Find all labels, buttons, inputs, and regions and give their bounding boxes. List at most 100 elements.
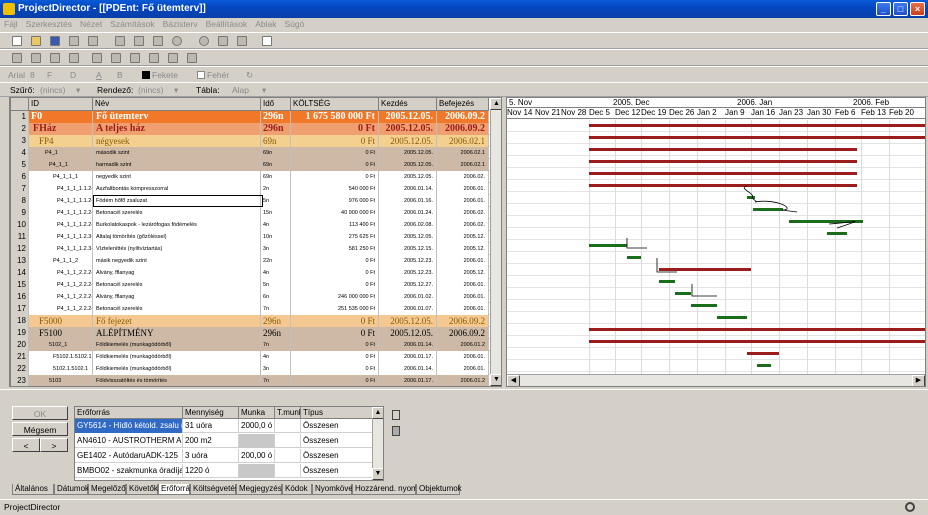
row-number[interactable]: 16	[11, 291, 29, 303]
task-start[interactable]: 2006.01.07.	[379, 303, 437, 315]
task-cost[interactable]: 0 Ft	[291, 279, 379, 291]
task-cost[interactable]: 246 000 000 Ft	[291, 291, 379, 303]
task-start[interactable]: 2005.12.23.	[379, 255, 437, 267]
task-row[interactable]: 1 F0 Fő ütemterv 296n 1 675 580 000 Ft 2005.1…	[11, 111, 501, 123]
minimize-button[interactable]: _	[876, 2, 891, 16]
task-id[interactable]: 5102.1.5102.1	[29, 363, 93, 375]
row-number[interactable]: 4	[11, 147, 29, 159]
task-end[interactable]: 2006.01.	[437, 291, 489, 303]
resource-tmunk[interactable]	[275, 464, 301, 478]
task-end[interactable]: 2006.09.2	[437, 315, 489, 327]
task-id[interactable]: P4_1_1_2.2.2-4	[29, 303, 93, 315]
cancel-icon[interactable]	[172, 36, 182, 46]
tab-1[interactable]: Dátumok	[54, 484, 89, 495]
task-name[interactable]: Fő ütemterv	[93, 111, 261, 123]
task-cost[interactable]: 540 000 Ft	[291, 183, 379, 195]
tab-3[interactable]: Követők	[126, 484, 158, 495]
resource-row[interactable]: BMBO02 - szakmunka óradíja 1220 ó Összesen	[75, 464, 373, 478]
task-start[interactable]: 2006.01.02.	[379, 291, 437, 303]
task-start[interactable]: 2006.01.14.	[379, 339, 437, 351]
task-duration[interactable]: 69n	[261, 159, 291, 171]
bg-color-select[interactable]: Fehér	[207, 70, 229, 80]
row-number[interactable]: 6	[11, 171, 29, 183]
task-cost[interactable]: 113 400 Ft	[291, 219, 379, 231]
grid-vertical-scrollbar[interactable]: ▲ ▼	[490, 98, 501, 386]
task-cost[interactable]: 0 Ft	[291, 363, 379, 375]
tab-10[interactable]: Objektumok	[416, 484, 462, 495]
task-cost[interactable]: 0 Ft	[291, 339, 379, 351]
print-icon[interactable]	[69, 36, 79, 46]
task-row[interactable]: 4 P4_1 második szint 69n 0 Ft 2005.12.05. 2006…	[11, 147, 501, 159]
task-end[interactable]: 2005.12.	[437, 267, 489, 279]
menu-help[interactable]: Súgó	[280, 18, 308, 29]
task-cost[interactable]: 0 Ft	[291, 135, 379, 147]
table-select[interactable]: Alap	[232, 85, 249, 95]
task-end[interactable]: 2006.01.2	[437, 375, 489, 386]
task-id[interactable]: P4_1_1_1.2.3-14	[29, 243, 93, 255]
task-name[interactable]: Födém hőfő zsaluzat	[93, 195, 261, 207]
task-name[interactable]: Földkiemelés (munkagödörből)	[93, 351, 261, 363]
task-cost[interactable]: 1 675 580 000 Ft	[291, 111, 379, 123]
task-row[interactable]: 6 P4_1_1_1 negyedik szint 69n 0 Ft 2005.12.05…	[11, 171, 501, 183]
resource-row[interactable]: AN4610 - AUSTROTHERM A1 200 m2 Összesen	[75, 434, 373, 448]
task-row[interactable]: 7P4_1_1_1.1.2-63Aszfaltbontás kompresszo…	[11, 183, 501, 195]
chart-icon[interactable]	[237, 36, 247, 46]
row-number[interactable]: 3	[11, 135, 29, 147]
indent-icon[interactable]	[12, 53, 22, 63]
task-duration[interactable]: 3n	[261, 363, 291, 375]
row-number[interactable]: 12	[11, 243, 29, 255]
task-id[interactable]: P4_1_1_2.2.2-66	[29, 267, 93, 279]
task-row[interactable]: 11P4_1_1_1.2.3-21Altalaj tömörítés (gőzö…	[11, 231, 501, 243]
arrow-left-icon[interactable]	[50, 53, 60, 63]
task-start[interactable]: 2005.12.05.	[379, 123, 437, 135]
task-row[interactable]: 12P4_1_1_1.2.3-14Vízteleníttés (nyíltvíz…	[11, 243, 501, 255]
task-row[interactable]: 14P4_1_1_2.2.2-66Alvány, fflanyag4n0 Ft2…	[11, 267, 501, 279]
scroll-up-icon[interactable]: ▲	[490, 98, 501, 110]
task-cost[interactable]: 0 Ft	[291, 171, 379, 183]
task-duration[interactable]: 4n	[261, 219, 291, 231]
res-col-resource[interactable]: Erőforrás	[75, 407, 183, 419]
task-name[interactable]: Burkolatokaspok - lezárófogas födémelés	[93, 219, 261, 231]
task-id[interactable]: P4_1_1_1.1.2-63	[29, 183, 93, 195]
task-name[interactable]: ALÉPÍTMÉNY	[93, 327, 261, 339]
task-end[interactable]: 2006.02.	[437, 171, 489, 183]
task-end[interactable]: 2006.01.	[437, 279, 489, 291]
task-name[interactable]: másik negyedik szint	[93, 255, 261, 267]
task-cost[interactable]: 0 Ft	[291, 159, 379, 171]
task-start[interactable]: 2005.12.05.	[379, 147, 437, 159]
task-cost[interactable]: 275 625 Ft	[291, 231, 379, 243]
task-start[interactable]: 2006.02.08.	[379, 219, 437, 231]
task-end[interactable]: 2006.02.1	[437, 159, 489, 171]
task-start[interactable]: 2005.12.05.	[379, 135, 437, 147]
resource-qty[interactable]: 200 m2	[183, 434, 239, 448]
tab-4[interactable]: Erőforrások	[158, 484, 202, 495]
task-duration[interactable]: 4n	[261, 267, 291, 279]
task-start[interactable]: 2006.01.24.	[379, 207, 437, 219]
col-header-id[interactable]: ID	[29, 98, 93, 111]
menu-calc[interactable]: Számítások	[106, 18, 158, 29]
row-number[interactable]: 13	[11, 255, 29, 267]
task-id[interactable]: 5102_1	[29, 339, 93, 351]
menu-window[interactable]: Ablak	[251, 18, 280, 29]
task-start[interactable]: 2006.01.17.	[379, 351, 437, 363]
menu-view[interactable]: Nézet	[76, 18, 106, 29]
scroll-down-icon[interactable]: ▼	[490, 374, 501, 386]
ok-button[interactable]: OK	[12, 406, 68, 420]
task-duration[interactable]: 2n	[261, 183, 291, 195]
menu-settings[interactable]: Beállítások	[202, 18, 252, 29]
task-row[interactable]: 15 P4_1_1_2.2.2-4 Betonacél szerelés 5n 0 Ft…	[11, 279, 501, 291]
tab-8[interactable]: Nyomkövetés	[312, 484, 363, 495]
task-duration[interactable]: 5n	[261, 279, 291, 291]
gantt-horizontal-scrollbar[interactable]: ◀ ▶	[507, 374, 925, 386]
task-cost[interactable]: 0 Ft	[291, 351, 379, 363]
chevron-down-icon[interactable]: ▾	[76, 85, 80, 96]
task-duration[interactable]: 296n	[261, 315, 291, 327]
task-duration[interactable]: 296n	[261, 123, 291, 135]
row-number[interactable]: 1	[11, 111, 29, 123]
row-number[interactable]: 21	[11, 351, 29, 363]
task-name[interactable]: Alvány, fflanyag	[93, 291, 261, 303]
task-duration[interactable]: 7n	[261, 303, 291, 315]
chevron-down-icon[interactable]: ▾	[262, 85, 266, 96]
notes-icon[interactable]	[149, 53, 159, 63]
task-end[interactable]: 2006.01.	[437, 183, 489, 195]
